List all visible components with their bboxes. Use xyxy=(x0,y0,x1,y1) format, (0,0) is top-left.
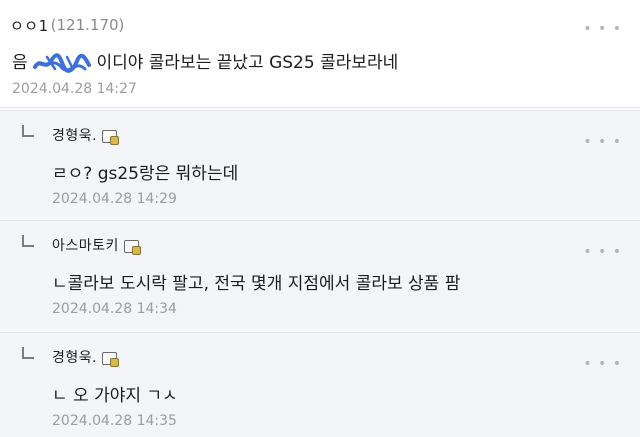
comment-text: 음 이디야 콜라보는 끝났고 GS25 콜라보라네 xyxy=(12,48,398,73)
reply-item: 경형욱. • • • ㄹㅇ? gs25랑은 뭐하는데 2024.04.28 14… xyxy=(0,110,640,219)
comment-author[interactable]: ㅇㅇ1 (121.170) xyxy=(10,14,124,36)
reply-arrow-icon xyxy=(22,235,34,247)
author-nickname[interactable]: ㅇㅇ1 xyxy=(10,15,49,36)
more-options-icon[interactable]: • • • xyxy=(583,22,622,36)
reply-arrow-icon xyxy=(22,125,34,137)
comment-date: 2024.04.28 14:27 xyxy=(12,81,137,97)
reply-date: 2024.04.28 14:29 xyxy=(52,191,177,207)
author-nickname[interactable]: 아스마토키 xyxy=(52,235,119,255)
reply-author[interactable]: 아스마토키 xyxy=(52,234,141,256)
reply-author[interactable]: 경형욱. xyxy=(52,124,120,146)
author-nickname[interactable]: 경형욱. xyxy=(52,125,97,145)
more-options-icon[interactable]: • • • xyxy=(583,135,622,149)
comment-item: ㅇㅇ1 (121.170) • • • 음 이디야 콜라보는 끝났고 GS25 … xyxy=(0,0,640,108)
author-nickname[interactable]: 경형욱. xyxy=(52,347,97,367)
reply-item: 아스마토키 • • • ㄴ콜라보 도시락 팔고, 전국 몇개 지점에서 콜라보 … xyxy=(0,220,640,331)
member-badge-icon xyxy=(102,129,120,145)
member-badge-icon xyxy=(102,351,120,367)
more-options-icon[interactable]: • • • xyxy=(583,245,622,259)
reply-date: 2024.04.28 14:34 xyxy=(52,301,177,317)
reply-item: 경형욱. • • • ㄴ 오 가야지 ㄱㅅ 2024.04.28 14:35 xyxy=(0,332,640,437)
comment-text-end: 이디야 콜라보는 끝났고 GS25 콜라보라네 xyxy=(96,53,399,73)
more-options-icon[interactable]: • • • xyxy=(583,357,622,371)
author-ip: (121.170) xyxy=(50,16,125,34)
redaction-scribble-icon xyxy=(33,53,92,73)
reply-author[interactable]: 경형욱. xyxy=(52,346,120,368)
comment-text-start: 음 xyxy=(12,53,28,73)
reply-date: 2024.04.28 14:35 xyxy=(52,413,177,429)
reply-text: ㄴ콜라보 도시락 팔고, 전국 몇개 지점에서 콜라보 상품 팜 xyxy=(52,274,461,294)
member-badge-icon xyxy=(123,239,141,255)
reply-arrow-icon xyxy=(22,347,34,359)
reply-text: ㄹㅇ? gs25랑은 뭐하는데 xyxy=(52,164,239,184)
reply-text: ㄴ 오 가야지 ㄱㅅ xyxy=(52,386,178,406)
